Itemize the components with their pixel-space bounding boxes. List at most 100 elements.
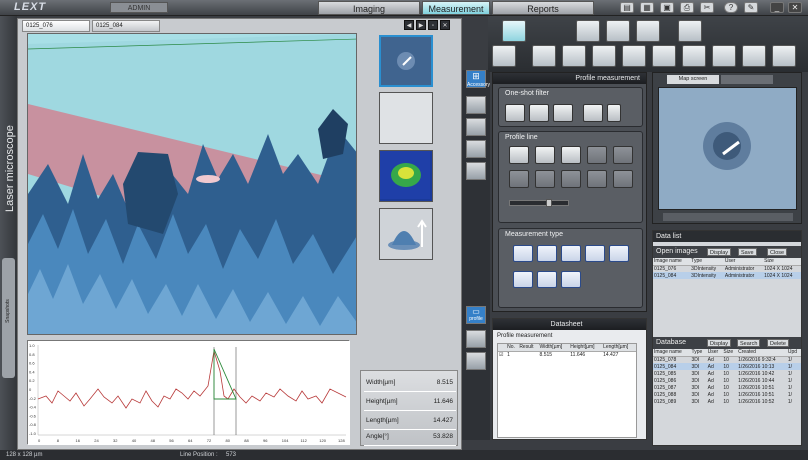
tool-strip-button-5[interactable]	[466, 330, 486, 348]
type-length-button[interactable]	[561, 271, 581, 288]
display-button[interactable]: Display	[707, 248, 732, 256]
tool-button-6[interactable]	[492, 45, 516, 67]
help-icon[interactable]: ?	[724, 2, 738, 13]
preview-tab-2[interactable]	[721, 75, 773, 84]
thumbnail-height-map[interactable]	[379, 150, 433, 202]
tool-strip-button-2[interactable]	[466, 118, 486, 136]
type-slope-button[interactable]	[513, 271, 533, 288]
db-delete-button[interactable]: Delete	[767, 339, 789, 347]
db-search-button[interactable]: Search	[737, 339, 761, 347]
close-icon[interactable]: ✕	[788, 2, 802, 13]
save-button[interactable]: Save	[738, 248, 757, 256]
datasheet-table[interactable]: No. Result Width[µm] Height[µm] Length[µm] ☑…	[497, 343, 637, 438]
table-row[interactable]: 0125_078 3DI Ad 10 1/26/2016 9:32:4 1/	[653, 356, 801, 363]
datasheet-header: Datasheet	[493, 319, 646, 330]
restore-icon[interactable]: ▫	[428, 20, 438, 30]
tool-strip-button-1[interactable]	[466, 96, 486, 114]
tool-button-14[interactable]	[742, 45, 766, 67]
line-button-5[interactable]	[613, 146, 633, 164]
table-row[interactable]: 0125_088 3DI Ad 10 1/26/2016 10:51 1/	[653, 391, 801, 398]
table-row[interactable]: 0125_087 3DI Ad 10 1/26/2016 10:51 1/	[653, 384, 801, 391]
tab-imaging[interactable]: Imaging	[318, 1, 420, 15]
tab-reports[interactable]: Reports	[492, 1, 594, 15]
tool-area-button[interactable]	[606, 20, 630, 42]
type-vertical-button[interactable]	[609, 245, 629, 262]
snapshot-side-tab[interactable]: Snapshots	[2, 258, 15, 378]
line-button-4[interactable]	[587, 146, 607, 164]
tool-button-12[interactable]	[682, 45, 706, 67]
print-icon[interactable]: ⎙	[680, 2, 694, 13]
x-tick-label: 80	[226, 438, 231, 443]
line-diagonal-button[interactable]	[561, 146, 581, 164]
wrench-icon[interactable]: ✎	[744, 2, 758, 13]
tool-button-7[interactable]	[532, 45, 556, 67]
tool-button-11[interactable]	[652, 45, 676, 67]
tool-strip-button-3[interactable]	[466, 140, 486, 158]
image-tab-1[interactable]: 0125_076	[22, 20, 90, 32]
line-button-7[interactable]	[535, 170, 555, 188]
database-table[interactable]: Image name Type User Size Created Upd 0125_07…	[653, 349, 801, 405]
tool-volume-button[interactable]	[636, 20, 660, 42]
map-screen-tab[interactable]: Map screen	[667, 75, 719, 84]
open-images-table[interactable]: Image name Type User Size 0125_076 3DIntensi…	[653, 258, 801, 279]
minimize-icon[interactable]: _	[770, 2, 784, 13]
map-preview-image[interactable]	[658, 87, 797, 210]
type-width-button[interactable]	[537, 271, 557, 288]
type-angle-button[interactable]	[585, 245, 605, 262]
3d-surface-view[interactable]	[27, 33, 357, 335]
folder-icon[interactable]: ▤	[620, 2, 634, 13]
filter-button-1[interactable]	[505, 104, 525, 122]
line-width-slider[interactable]	[509, 199, 569, 207]
image-icon[interactable]: ▦	[640, 2, 654, 13]
line-vertical-button[interactable]	[535, 146, 555, 164]
line-button-9[interactable]	[587, 170, 607, 188]
tab-measurement[interactable]: Measurement	[422, 1, 490, 15]
type-circle-button[interactable]	[561, 245, 581, 262]
filter-button-3[interactable]	[553, 104, 573, 122]
tools-icon[interactable]: ✂	[700, 2, 714, 13]
tool-button-10[interactable]	[622, 45, 646, 67]
close-view-icon[interactable]: ✕	[440, 20, 450, 30]
filter-button-2[interactable]	[529, 104, 549, 122]
line-button-8[interactable]	[561, 170, 581, 188]
profile-line-section: Profile line	[498, 131, 643, 223]
tool-step-button[interactable]	[576, 20, 600, 42]
user-badge[interactable]: ADMIN	[110, 2, 168, 13]
table-row[interactable]: 0125_086 3DI Ad 10 1/26/2016 10:44 1/	[653, 377, 801, 384]
tool-button-13[interactable]	[712, 45, 736, 67]
tool-particle-button[interactable]	[678, 20, 702, 42]
table-row[interactable]: 0125_089 3DI Ad 10 1/26/2016 10:52 1/	[653, 398, 801, 405]
tool-profile-button[interactable]	[502, 20, 526, 42]
undo-icon[interactable]	[607, 104, 621, 122]
preview-controls[interactable]	[663, 213, 793, 221]
filter-button-4[interactable]	[583, 104, 603, 122]
line-button-6[interactable]	[509, 170, 529, 188]
thumbnail-intensity[interactable]	[379, 35, 433, 87]
close-button[interactable]: Close	[767, 248, 788, 256]
prev-icon[interactable]: ◀	[404, 20, 414, 30]
next-icon[interactable]: ▶	[416, 20, 426, 30]
db-display-button[interactable]: Display	[707, 339, 732, 347]
profile-chart[interactable]: 1.0 0.8 0.6 0.4 0.2 0 -0.2 -0.4 -0.6 -0.8 -1.0 081…	[27, 340, 350, 445]
measurement-type-section: Measurement type	[498, 228, 643, 308]
type-height-button[interactable]	[537, 245, 557, 262]
table-row[interactable]: 0125_084 3DI Ad 10 1/26/2016 10:13 1/	[653, 363, 801, 370]
accessory-button[interactable]: ⊞ Accessory	[466, 70, 490, 88]
thumbnail-empty[interactable]	[379, 92, 433, 144]
tool-button-15[interactable]	[772, 45, 796, 67]
export-icon[interactable]: ▣	[660, 2, 674, 13]
tool-button-8[interactable]	[562, 45, 586, 67]
line-button-10[interactable]	[613, 170, 633, 188]
table-row[interactable]: ☑ 1 8.515 11.646 14.427	[498, 351, 636, 358]
type-step-button[interactable]	[513, 245, 533, 262]
tool-strip-button-6[interactable]	[466, 352, 486, 370]
profile-strip-button[interactable]: ▭ profile	[466, 306, 486, 324]
image-tab-2[interactable]: 0125_084	[92, 20, 160, 32]
tool-button-9[interactable]	[592, 45, 616, 67]
table-row[interactable]: 0125_076 3DIntensity Administrator 1024 X 1…	[653, 265, 801, 272]
3d-view-button[interactable]	[379, 208, 433, 260]
table-row[interactable]: 0125_085 3DI Ad 10 1/26/2016 10:42 1/	[653, 370, 801, 377]
tool-strip-button-4[interactable]	[466, 162, 486, 180]
line-horizontal-button[interactable]	[509, 146, 529, 164]
table-row[interactable]: 0125_084 3DIntensity Administrator 1024 X 1…	[653, 272, 801, 279]
